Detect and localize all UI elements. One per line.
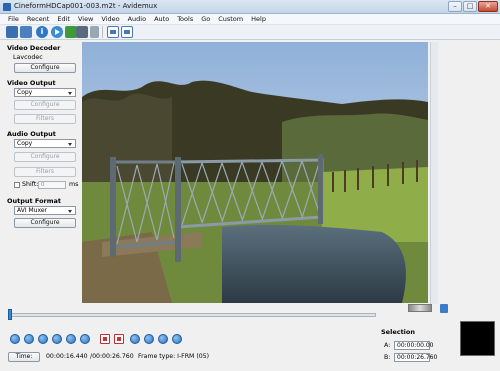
next-keyframe-icon[interactable]	[66, 334, 76, 344]
audio-output-filters-button[interactable]: Filters	[14, 167, 76, 177]
output-format-title: Output Format	[7, 197, 62, 205]
goto-start-icon[interactable]	[130, 334, 140, 344]
menu-view[interactable]: View	[74, 15, 97, 23]
output-preview-icon[interactable]	[121, 26, 133, 38]
menu-audio[interactable]: Audio	[124, 15, 150, 23]
video-output-select[interactable]: Copy	[14, 88, 76, 97]
maximize-button[interactable]: □	[463, 1, 477, 12]
seek-bar[interactable]	[8, 313, 376, 317]
video-output-filters-button[interactable]: Filters	[14, 114, 76, 124]
set-marker-a-icon[interactable]	[100, 334, 110, 344]
video-frame-image	[82, 42, 428, 303]
previous-keyframe-icon[interactable]	[52, 334, 62, 344]
goto-last-icon[interactable]	[172, 334, 182, 344]
open-video-icon[interactable]	[6, 26, 18, 38]
goto-marker-icon[interactable]	[144, 334, 154, 344]
zoom-slider[interactable]	[408, 304, 432, 312]
time-button[interactable]: Time:	[8, 352, 40, 362]
output-format-select[interactable]: AVI Muxer	[14, 206, 76, 215]
menu-custom[interactable]: Custom	[214, 15, 247, 23]
go-back-icon[interactable]	[80, 334, 90, 344]
close-button[interactable]: ✕	[478, 1, 498, 12]
selection-a-field[interactable]: 00:00:00.00	[394, 341, 434, 350]
video-vertical-scrollbar[interactable]	[430, 42, 438, 304]
menu-bar: File Recent Edit View Video Audio Auto T…	[0, 14, 500, 25]
seek-bar-thumb[interactable]	[8, 309, 12, 320]
selection-b-label: B:	[384, 354, 391, 361]
audio-output-select[interactable]: Copy	[14, 139, 76, 148]
menu-go[interactable]: Go	[197, 15, 214, 23]
video-output-configure-button[interactable]: Configure	[14, 100, 76, 110]
save-project-icon[interactable]	[76, 26, 88, 38]
goto-end-icon[interactable]	[158, 334, 168, 344]
selection-a-label: A:	[384, 342, 391, 349]
video-preview[interactable]	[82, 42, 428, 303]
menu-recent[interactable]: Recent	[23, 15, 53, 23]
toolbar: i	[0, 25, 500, 40]
video-output-title: Video Output	[7, 79, 56, 87]
input-preview-icon[interactable]	[107, 26, 119, 38]
menu-auto[interactable]: Auto	[150, 15, 173, 23]
menu-tools[interactable]: Tools	[173, 15, 197, 23]
avidemux-app-icon	[3, 3, 11, 11]
video-decoder-configure-button[interactable]: Configure	[14, 63, 76, 73]
play-filtered-icon[interactable]	[51, 26, 63, 38]
window-title: CineformHDCap001-003.m2t - Avidemux	[14, 2, 158, 10]
save-video-icon[interactable]	[20, 26, 32, 38]
menu-video[interactable]: Video	[97, 15, 123, 23]
minimize-button[interactable]: –	[448, 1, 462, 12]
play-icon[interactable]	[10, 334, 20, 344]
calculator-icon[interactable]	[90, 26, 99, 38]
output-format-configure-button[interactable]: Configure	[14, 218, 76, 228]
audio-meter-preview	[460, 321, 495, 356]
title-bar: CineformHDCap001-003.m2t - Avidemux – □ …	[0, 0, 500, 14]
info-icon[interactable]: i	[36, 26, 48, 38]
menu-file[interactable]: File	[4, 15, 23, 23]
audio-shift-input[interactable]: 0	[38, 181, 66, 189]
audio-output-title: Audio Output	[7, 130, 56, 138]
current-time: 00:00:16.440	[46, 353, 88, 360]
selection-title: Selection	[381, 328, 416, 336]
window-controls: – □ ✕	[448, 1, 498, 12]
audio-output-configure-button[interactable]: Configure	[14, 152, 76, 162]
selection-b-field[interactable]: 00:00:26.760	[394, 353, 437, 362]
menu-edit[interactable]: Edit	[53, 15, 74, 23]
set-marker-b-icon[interactable]	[114, 334, 124, 344]
video-decoder-title: Video Decoder	[7, 44, 61, 52]
previous-frame-icon[interactable]	[24, 334, 34, 344]
toolbar-separator	[102, 26, 103, 38]
next-frame-icon[interactable]	[38, 334, 48, 344]
video-decoder-codec: Lavcodec	[13, 54, 43, 61]
sidebar: Video Decoder Lavcodec Configure Video O…	[0, 40, 81, 349]
audio-shift-label: Shift:	[22, 181, 39, 188]
zoom-icon[interactable]	[440, 304, 448, 313]
menu-help[interactable]: Help	[247, 15, 270, 23]
audio-shift-checkbox[interactable]	[14, 182, 20, 188]
total-time: /00:00:26.760	[90, 353, 134, 360]
frame-type: Frame type: I-FRM (05)	[138, 353, 210, 360]
audio-shift-unit: ms	[69, 181, 79, 188]
